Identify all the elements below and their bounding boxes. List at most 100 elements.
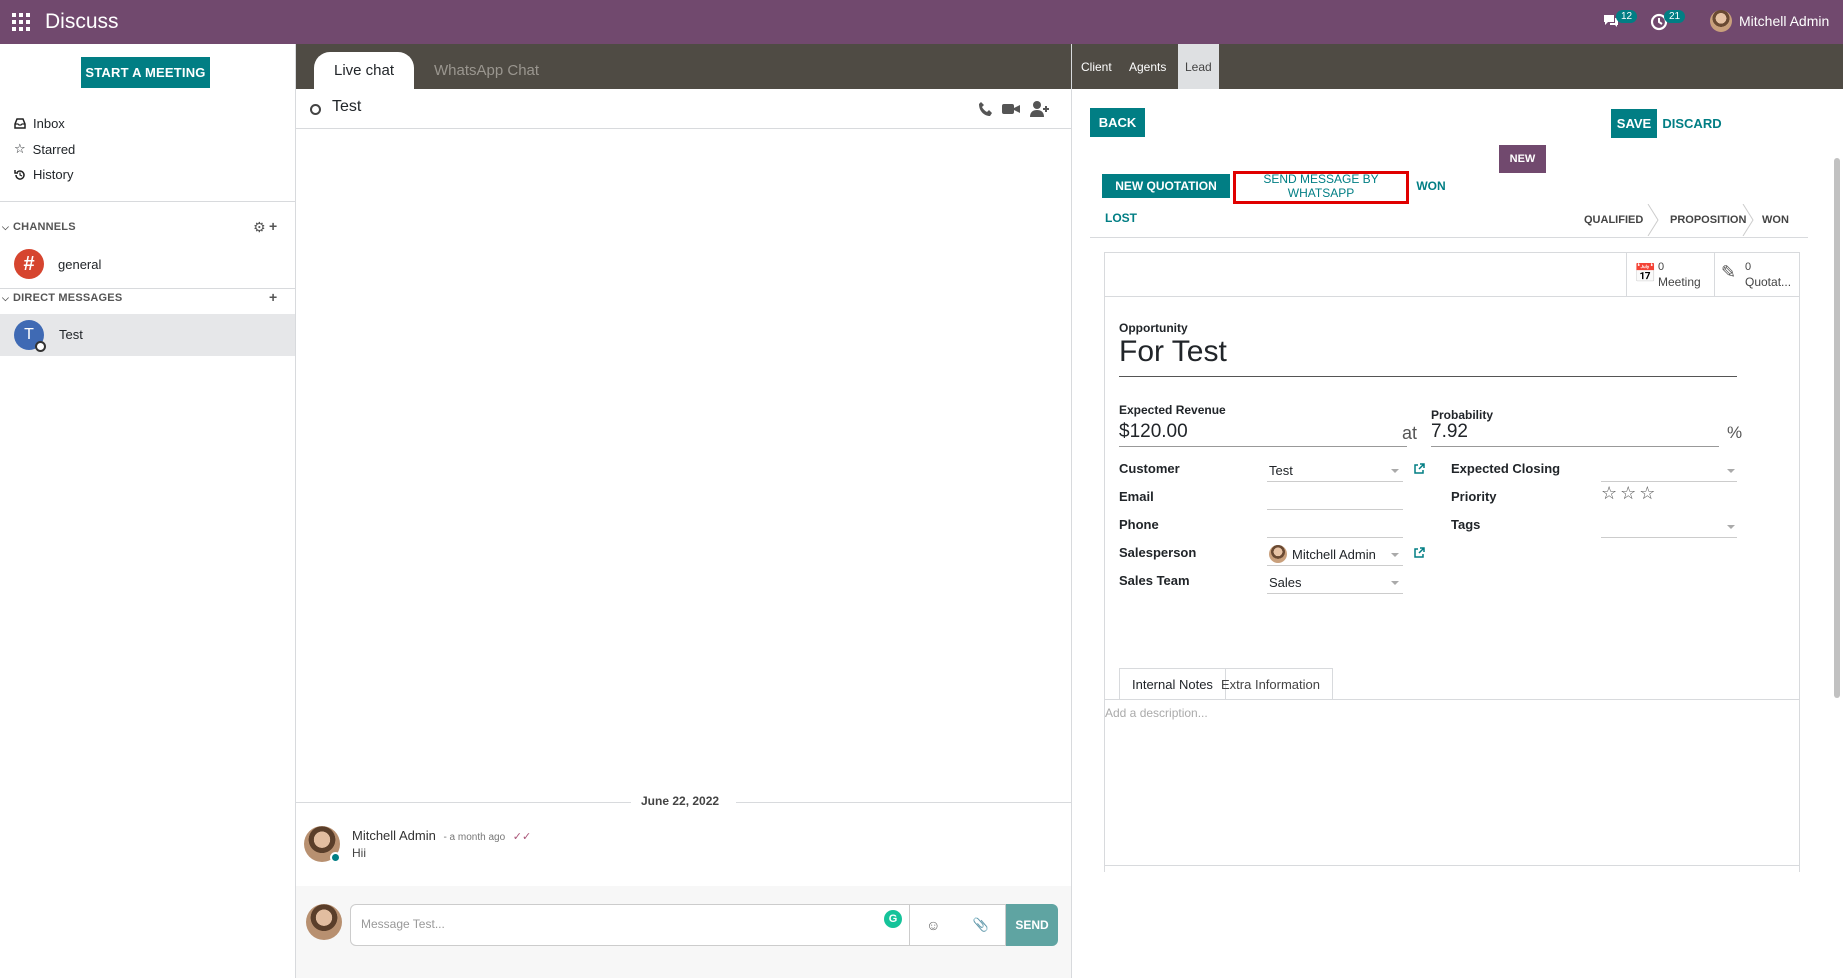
online-status-icon	[330, 852, 341, 863]
sidebar-item-label: Inbox	[33, 116, 65, 131]
expected-closing-label: Expected Closing	[1451, 461, 1561, 476]
email-label: Email	[1119, 489, 1154, 504]
tab-lead[interactable]: Lead	[1178, 44, 1219, 89]
dropdown-caret-icon	[1391, 469, 1399, 473]
quotations-label: Quotat...	[1745, 275, 1792, 289]
composer-avatar	[306, 904, 342, 940]
offline-status-icon	[310, 104, 321, 115]
history-icon	[14, 169, 25, 180]
read-check-icon: ✓✓	[512, 831, 532, 843]
attachment-paperclip-icon[interactable]: 📎	[973, 917, 989, 933]
channel-settings-gear-icon[interactable]: ⚙	[253, 219, 266, 236]
tab-live-chat[interactable]: Live chat	[314, 52, 415, 89]
priority-star-icon[interactable]: ☆	[1639, 483, 1658, 503]
dm-avatar-initial: T	[24, 326, 34, 343]
highlight-box	[1233, 171, 1409, 204]
divider	[1090, 237, 1808, 238]
dropdown-caret-icon	[1727, 525, 1735, 529]
expected-revenue-field[interactable]: $120.00	[1119, 421, 1188, 443]
messages-icon[interactable]: 12	[1602, 10, 1638, 31]
quotations-count: 0	[1745, 261, 1752, 273]
tab-client[interactable]: Client	[1074, 44, 1119, 89]
priority-label: Priority	[1451, 489, 1497, 504]
user-menu[interactable]: Mitchell Admin	[1710, 10, 1829, 32]
lost-button[interactable]: LOST	[1102, 206, 1140, 230]
status-badge-new[interactable]: NEW	[1499, 145, 1546, 173]
channel-item-general[interactable]: # general	[14, 249, 101, 279]
start-meeting-button[interactable]: START A MEETING	[81, 57, 210, 88]
stage-chevron	[1647, 204, 1659, 236]
sidebar-item-inbox[interactable]: Inbox	[14, 116, 65, 131]
opportunity-name-field[interactable]: For Test	[1119, 335, 1227, 369]
chevron-down-icon: ⌵	[2, 221, 10, 232]
sidebar-item-label: Starred	[32, 141, 76, 157]
date-separator: June 22, 2022	[296, 794, 1071, 810]
add-channel-plus-icon[interactable]: +	[269, 218, 277, 234]
message-author[interactable]: Mitchell Admin	[352, 828, 436, 843]
message-author-avatar[interactable]	[304, 826, 341, 863]
messages-count-badge: 12	[1616, 10, 1638, 23]
channel-hash-icon: #	[14, 249, 44, 279]
description-field[interactable]: Add a description...	[1105, 706, 1208, 720]
back-button[interactable]: BACK	[1090, 108, 1145, 137]
tab-extra-information[interactable]: Extra Information	[1209, 668, 1333, 700]
activities-count-badge: 21	[1664, 10, 1686, 23]
form-scrollbar[interactable]	[1833, 150, 1841, 930]
customer-field[interactable]: Test	[1269, 463, 1293, 478]
dm-avatar: T	[14, 320, 46, 352]
channels-header-label: CHANNELS	[13, 221, 76, 233]
stage-proposition[interactable]: PROPOSITION	[1670, 214, 1746, 226]
apps-menu-icon[interactable]	[12, 13, 30, 31]
add-user-icon[interactable]	[1029, 100, 1051, 118]
add-direct-message-plus-icon[interactable]: +	[269, 289, 277, 305]
activities-icon[interactable]: 21	[1650, 10, 1686, 31]
probability-field[interactable]: 7.92	[1431, 421, 1468, 443]
priority-star-icon[interactable]: ☆	[1620, 483, 1639, 503]
new-quotation-button[interactable]: NEW QUOTATION	[1102, 174, 1230, 198]
send-button[interactable]: SEND	[1006, 904, 1058, 946]
tab-agents[interactable]: Agents	[1122, 44, 1173, 89]
quotations-smart-button[interactable]: ✎ 0 Quotat...	[1714, 253, 1800, 296]
save-button[interactable]: SAVE	[1611, 109, 1657, 138]
customer-label: Customer	[1119, 461, 1180, 476]
direct-messages-header[interactable]: ⌵ DIRECT MESSAGES	[2, 292, 122, 304]
direct-messages-header-label: DIRECT MESSAGES	[13, 292, 123, 304]
meeting-label: Meeting	[1658, 275, 1701, 289]
phone-call-icon[interactable]	[977, 100, 995, 118]
grammarly-icon[interactable]: G	[884, 910, 902, 928]
sidebar-item-label: History	[33, 167, 74, 182]
app-title[interactable]: Discuss	[45, 10, 119, 34]
message-input[interactable]: Message Test...	[350, 904, 910, 946]
meeting-smart-button[interactable]: 📅 0 Meeting	[1626, 253, 1714, 296]
external-link-icon[interactable]	[1413, 463, 1425, 475]
dm-item-test[interactable]: T Test	[0, 314, 295, 356]
divider	[0, 288, 296, 289]
salesperson-field[interactable]: Mitchell Admin	[1292, 547, 1376, 562]
stage-chevron	[1742, 204, 1754, 236]
chat-panel: Live chat WhatsApp Chat Test June 22, 20…	[296, 44, 1071, 978]
expected-revenue-label: Expected Revenue	[1119, 403, 1226, 417]
sidebar-item-history[interactable]: History	[14, 167, 73, 182]
star-icon: ☆	[14, 141, 26, 156]
tab-whatsapp-chat[interactable]: WhatsApp Chat	[414, 52, 559, 89]
dropdown-caret-icon	[1391, 553, 1399, 557]
video-call-icon[interactable]	[1001, 100, 1021, 118]
sales-team-field[interactable]: Sales	[1269, 575, 1302, 590]
salesperson-avatar	[1269, 545, 1287, 563]
offline-status-icon	[35, 341, 46, 352]
stage-won[interactable]: WON	[1762, 214, 1789, 226]
emoji-icon[interactable]: ☺	[926, 917, 940, 933]
stage-qualified[interactable]: QUALIFIED	[1584, 214, 1643, 226]
sidebar-item-starred[interactable]: ☆ Starred	[14, 141, 75, 157]
probability-label: Probability	[1431, 408, 1494, 422]
chat-tabs: Live chat WhatsApp Chat	[296, 44, 1071, 89]
priority-star-icon[interactable]: ☆	[1601, 483, 1620, 503]
date-separator-label: June 22, 2022	[641, 794, 720, 808]
at-label: at	[1402, 423, 1418, 443]
top-navbar: Discuss 12 21 Mitchell Admin	[0, 0, 1843, 44]
discard-button[interactable]: DISCARD	[1659, 109, 1725, 138]
user-name: Mitchell Admin	[1739, 13, 1830, 29]
won-button[interactable]: WON	[1412, 174, 1450, 198]
channels-header[interactable]: ⌵ CHANNELS	[2, 221, 76, 233]
external-link-icon[interactable]	[1413, 547, 1425, 559]
